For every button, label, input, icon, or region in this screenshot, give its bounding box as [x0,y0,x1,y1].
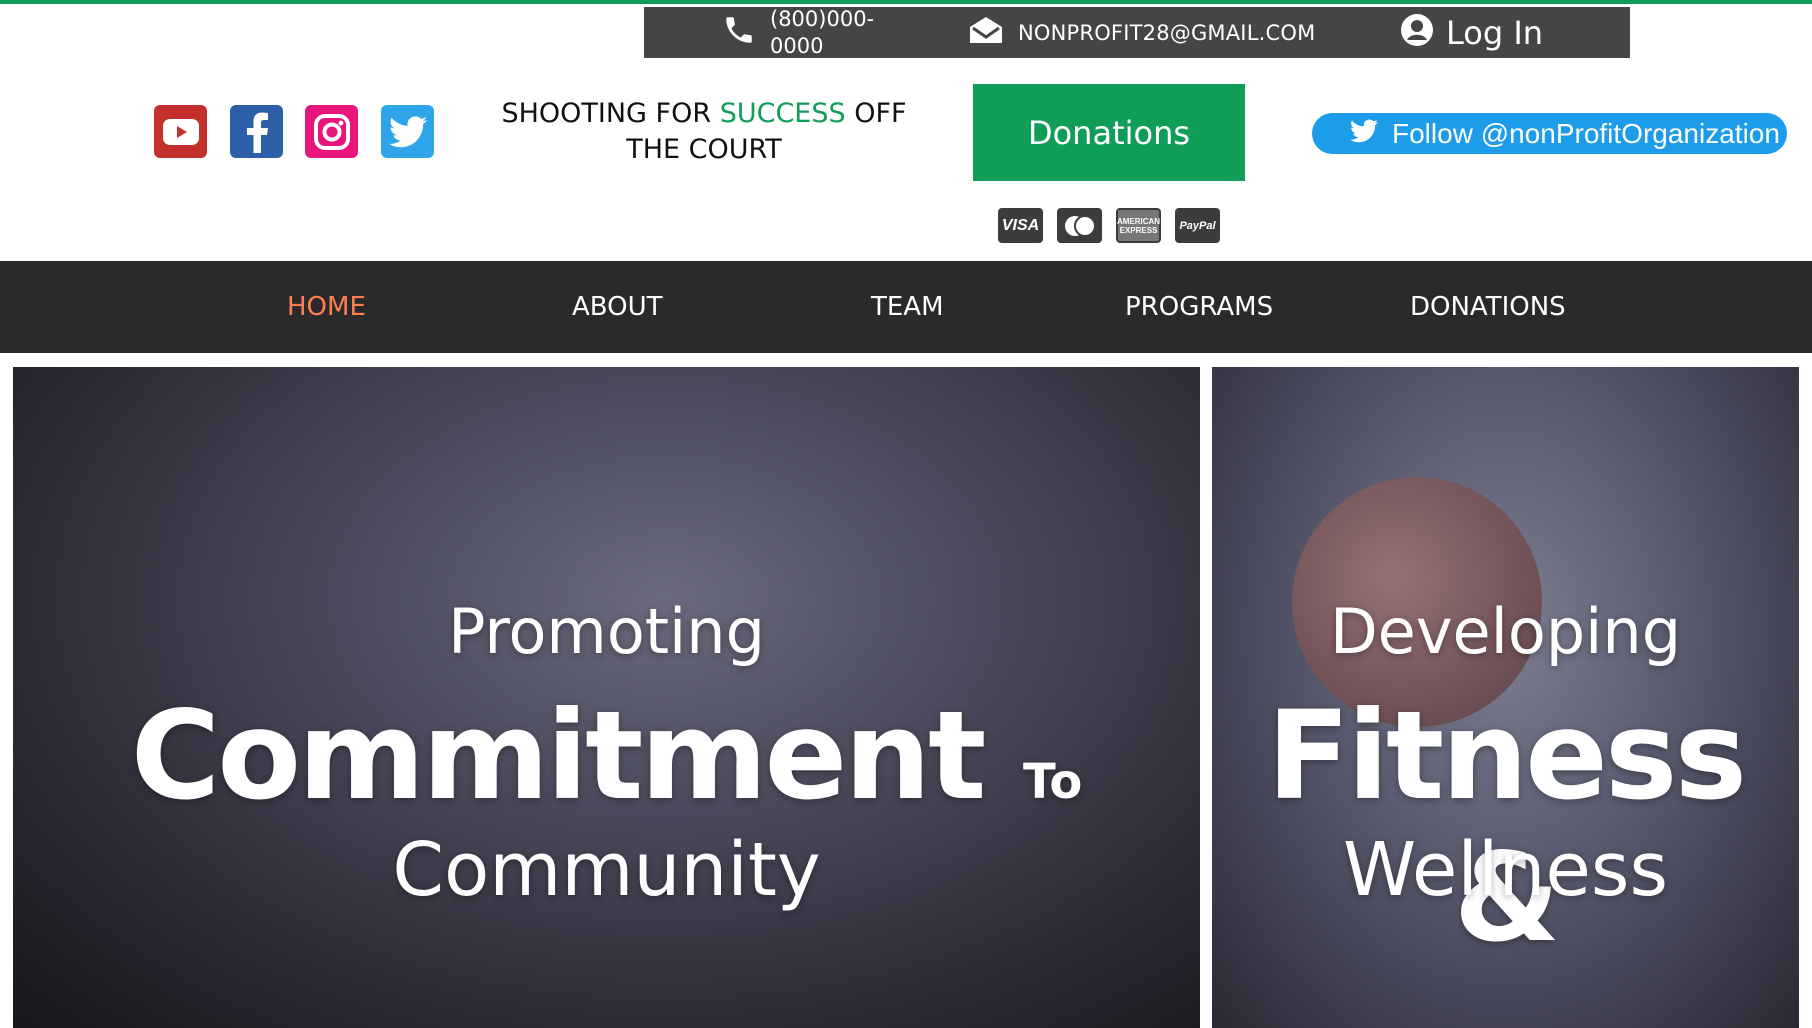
twitter-bird-icon [1350,118,1378,150]
main-nav: HOME ABOUT TEAM PROGRAMS DONATIONS [0,261,1812,353]
nav-home[interactable]: HOME [287,261,366,353]
phone-contact[interactable]: (800)000-0000 [722,7,890,58]
donations-button[interactable]: Donations [973,84,1245,181]
mastercard-card-icon [1057,208,1102,243]
tagline-part1: SHOOTING FOR [501,98,720,129]
hero-left-big: Commitment To [13,685,1200,827]
nav-about[interactable]: ABOUT [572,261,663,353]
hero-commitment-panel[interactable]: Promoting Commitment To Community [13,367,1200,1028]
instagram-icon[interactable] [305,105,358,158]
hero-fitness-panel[interactable]: Developing Fitness & Wellness [1212,367,1799,1028]
twitter-follow-button[interactable]: Follow @nonProfitOrganization [1312,113,1787,154]
email-contact[interactable]: NONPROFIT28@GMAIL.COM [968,7,1315,58]
hero-right-bottom: Wellness [1342,827,1668,913]
hero-right-top: Developing [1329,595,1682,668]
hero-left-top: Promoting [448,595,765,668]
phone-icon [722,13,756,52]
facebook-icon[interactable] [230,105,283,158]
nav-donations[interactable]: DONATIONS [1410,261,1566,353]
tagline-accent: SUCCESS [719,98,846,129]
paypal-card-icon: PayPal [1175,208,1220,243]
phone-number: (800)000-0000 [770,6,875,58]
follow-label: Follow @nonProfitOrganization [1392,117,1780,149]
user-circle-icon [1400,13,1434,52]
visa-card-icon: VISA [998,208,1043,243]
hero-left-bottom: Community [392,827,821,913]
payment-cards: VISA AMERICAN EXPRESS PayPal [998,208,1234,243]
email-address: NONPROFIT28@GMAIL.COM [1018,20,1316,45]
nav-programs[interactable]: PROGRAMS [1125,261,1273,353]
contact-bar: (800)000-0000 NONPROFIT28@GMAIL.COM Log … [644,7,1630,58]
nav-team[interactable]: TEAM [871,261,944,353]
youtube-icon[interactable] [154,105,207,158]
login-link[interactable]: Log In [1400,7,1543,58]
hero-left-small: To [1022,754,1083,810]
tagline: SHOOTING FOR SUCCESS OFF THE COURT [484,96,924,168]
amex-card-icon: AMERICAN EXPRESS [1116,208,1161,243]
hero-left-big-word: Commitment [130,685,987,827]
login-label: Log In [1446,13,1544,52]
envelope-icon [968,15,1004,50]
twitter-icon[interactable] [381,105,434,158]
top-accent-bar [0,0,1812,4]
